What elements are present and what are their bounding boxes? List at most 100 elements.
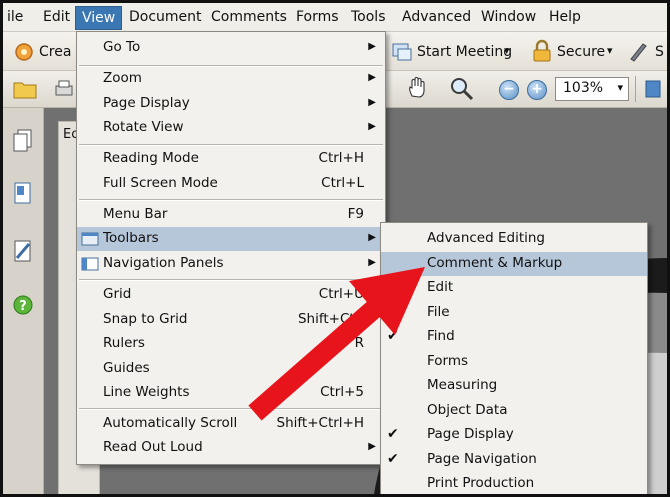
view-menu-item-label: Toolbars [103, 230, 159, 246]
view-menu-item-guides[interactable]: Guides [77, 357, 385, 381]
secure-button[interactable]: Secure ▾ [529, 38, 619, 64]
toolbars-item-object-data[interactable]: Object Data [381, 399, 647, 423]
zoom-tool-icon[interactable] [449, 76, 475, 102]
help-icon[interactable]: ? [12, 294, 34, 316]
menu-separator [79, 144, 383, 146]
zoom-in-button[interactable]: + [527, 80, 547, 100]
toolbars-item-label: Page Navigation [427, 451, 537, 467]
zoom-level-field[interactable]: 103% ▾ [555, 77, 629, 101]
view-menu-item-label: Snap to Grid [103, 311, 188, 327]
menu-separator [79, 279, 383, 281]
toolbars-item-find[interactable]: ✔ Find [381, 325, 647, 349]
view-menu-item-shortcut: F9 [347, 206, 364, 222]
menu-help[interactable]: Help [549, 8, 581, 26]
zoom-level-value: 103% [563, 80, 604, 96]
toolbars-item-page-display[interactable]: ✔ Page Display [381, 423, 647, 447]
menu-window[interactable]: Window [481, 8, 536, 26]
toolbars-item-comment-markup[interactable]: Comment & Markup [381, 252, 647, 276]
view-menu-item-line-weights[interactable]: Line Weights Ctrl+5 [77, 381, 385, 405]
menu-advanced[interactable]: Advanced [402, 8, 471, 26]
pen-icon [630, 43, 647, 62]
create-button[interactable]: Crea [11, 38, 77, 64]
toolbars-item-print-production[interactable]: Print Production [381, 472, 647, 494]
zoom-level-dropdown-icon[interactable]: ▾ [617, 81, 623, 94]
view-menu-item-shortcut: Ctrl+U [318, 286, 364, 302]
zoom-out-icon: − [503, 81, 515, 97]
lock-icon [533, 39, 551, 62]
menu-view[interactable]: View [75, 6, 123, 30]
view-menu-item-label: Rotate View [103, 119, 184, 135]
navigation-pane-strip: ? [3, 108, 44, 494]
view-menu-item-full-screen-mode[interactable]: Full Screen Mode Ctrl+L [77, 172, 385, 196]
view-menu-item-label: Line Weights [103, 384, 190, 400]
menu-separator [79, 408, 383, 410]
view-menu-item-label: Guides [103, 360, 150, 376]
view-menu-item-label: Reading Mode [103, 150, 199, 166]
create-button-label: Crea [39, 44, 72, 60]
view-menu-item-label: Go To [103, 39, 141, 55]
signatures-icon[interactable] [12, 238, 34, 264]
check-icon: ✔ [387, 304, 399, 320]
view-menu-item-snap-to-grid[interactable]: Snap to Grid Shift+Ctrl [77, 308, 385, 332]
view-menu-item-go-to[interactable]: Go To ▶ [77, 36, 385, 60]
sign-label-fragment: S [655, 44, 664, 60]
toolbars-item-page-navigation[interactable]: ✔ Page Navigation [381, 448, 647, 472]
start-meeting-label: Start Meeting [417, 44, 513, 60]
toolbars-item-label: Measuring [427, 377, 498, 393]
view-menu-item-zoom[interactable]: Zoom ▶ [77, 67, 385, 91]
start-meeting-dropdown-icon: ▾ [504, 44, 510, 57]
toolbars-item-edit[interactable]: Edit [381, 276, 647, 300]
pages-icon[interactable] [12, 128, 34, 154]
view-menu-item-shortcut: Shift+Ctrl+H [276, 415, 364, 431]
zoom-out-button[interactable]: − [499, 80, 519, 100]
toolbars-item-label: Page Display [427, 426, 514, 442]
view-menu-item-label: Zoom [103, 70, 142, 86]
menu-edit[interactable]: Edit [43, 8, 70, 26]
view-menu-item-rotate-view[interactable]: Rotate View ▶ [77, 116, 385, 140]
view-menu-item-label: Automatically Scroll [103, 415, 238, 431]
view-menu-item-label: Menu Bar [103, 206, 168, 222]
hand-tool-icon[interactable] [405, 76, 429, 100]
view-menu-item-grid[interactable]: Grid Ctrl+U [77, 283, 385, 307]
view-menu-item-shortcut: R [354, 335, 364, 351]
view-menu-item-menu-bar[interactable]: Menu Bar F9 [77, 203, 385, 227]
menu-comments[interactable]: Comments [211, 8, 287, 26]
toolbars-item-label: Advanced Editing [427, 230, 545, 246]
view-menu-item-label: Full Screen Mode [103, 175, 218, 191]
navigation-panels-icon [81, 257, 99, 271]
view-menu-item-page-display[interactable]: Page Display ▶ [77, 92, 385, 116]
toolbars-item-label: Comment & Markup [427, 255, 563, 271]
submenu-arrow-icon: ▶ [368, 97, 376, 108]
view-menu-item-reading-mode[interactable]: Reading Mode Ctrl+H [77, 147, 385, 171]
secure-label: Secure [557, 44, 606, 60]
open-folder-icon[interactable] [13, 78, 39, 100]
view-menu-item-toolbars[interactable]: Toolbars ▶ [77, 227, 385, 251]
select-tool-icon[interactable] [643, 78, 663, 100]
menu-bar: ile Edit View Document Comments Forms To… [3, 3, 667, 32]
view-menu-item-rulers[interactable]: Rulers R [77, 332, 385, 356]
view-menu-item-label: Page Display [103, 95, 190, 111]
app-window: ile Edit View Document Comments Forms To… [0, 0, 670, 497]
menu-document[interactable]: Document [129, 8, 202, 26]
toolbars-item-file[interactable]: ✔ File [381, 301, 647, 325]
view-menu-item-navigation-panels[interactable]: Navigation Panels ▶ [77, 252, 385, 276]
print-icon[interactable] [53, 78, 75, 100]
submenu-arrow-icon: ▶ [368, 257, 376, 268]
view-menu-item-read-out-loud[interactable]: Read Out Loud ▶ [77, 436, 385, 460]
bookmarks-icon[interactable] [12, 180, 34, 206]
menu-tools[interactable]: Tools [351, 8, 386, 26]
view-menu-item-automatically-scroll[interactable]: Automatically Scroll Shift+Ctrl+H [77, 412, 385, 436]
toolbars-item-label: Edit [427, 279, 454, 295]
sign-button[interactable]: S [625, 38, 665, 64]
toolbars-item-forms[interactable]: Forms [381, 350, 647, 374]
view-menu-item-label: Rulers [103, 335, 145, 351]
toolbars-item-advanced-editing[interactable]: Advanced Editing [381, 227, 647, 251]
toolbar-separator [635, 76, 636, 102]
menu-forms[interactable]: Forms [296, 8, 339, 26]
start-meeting-button[interactable]: Start Meeting ▾ [389, 38, 519, 64]
menu-file[interactable]: ile [7, 8, 23, 26]
submenu-arrow-icon: ▶ [368, 72, 376, 83]
view-menu: Go To ▶ Zoom ▶ Page Display ▶ Rotate Vie… [76, 31, 386, 465]
toolbars-item-measuring[interactable]: Measuring [381, 374, 647, 398]
toolbars-item-label: File [427, 304, 450, 320]
